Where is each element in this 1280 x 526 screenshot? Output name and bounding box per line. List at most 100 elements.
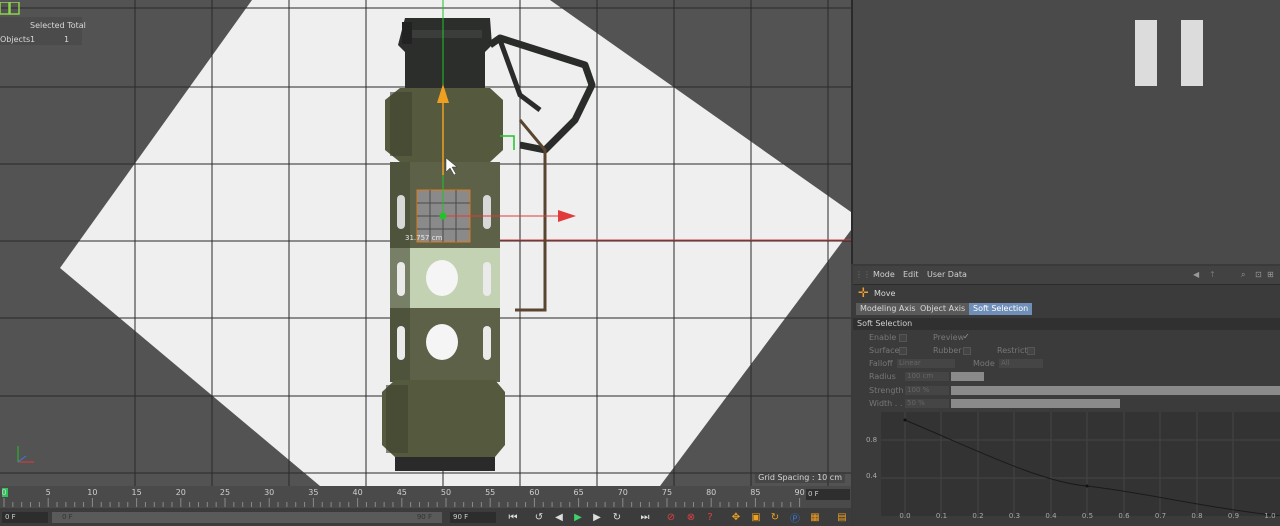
tab-soft-selection[interactable]: Soft Selection (969, 303, 1033, 315)
lock-icon[interactable]: ⊡ (1255, 270, 1262, 279)
timeline-icon[interactable]: ▤ (835, 511, 849, 524)
preview-checkbox[interactable]: ✓ (963, 332, 970, 341)
frame-tick-label: 90 (794, 488, 805, 497)
attribute-menu-bar: ⋮⋮ Mode Edit User Data ◀ ↑ ⌕ ⊡ ⊞ (853, 266, 1280, 285)
section-soft-selection: Soft Selection (853, 318, 1280, 330)
graph-x-label: 0.6 (1118, 512, 1130, 520)
restrict-label: Restrict (997, 346, 1028, 355)
width-label: Width . . (869, 399, 903, 408)
frame-tick-label: 10 (87, 488, 98, 497)
pla-key-icon[interactable]: ▦ (808, 511, 822, 524)
loop-icon[interactable]: ↻ (610, 511, 624, 524)
frame-tick-label: 30 (264, 488, 275, 497)
graph-x-label: 0.4 (1045, 512, 1057, 520)
axis-indicator (17, 446, 34, 463)
move-key-icon[interactable]: ✥ (729, 511, 743, 524)
3d-viewport[interactable]: Selected Total Objects 1 1 31.757 cm Gri… (0, 0, 851, 486)
graph-x-label: 1.0 (1264, 512, 1276, 520)
radius-slider[interactable] (951, 372, 984, 381)
graph-x-label: 0.5 (1081, 512, 1094, 520)
frame-tick-label: 55 (485, 488, 496, 497)
param-key-icon[interactable]: Ⓟ (788, 511, 802, 525)
strength-slider[interactable] (951, 386, 1280, 395)
tab-modeling-axis[interactable]: Modeling Axis (856, 303, 920, 315)
falloff-select[interactable]: Linear (897, 359, 955, 368)
frame-tick-label: 85 (750, 488, 761, 497)
graph-x-label: 0.7 (1154, 512, 1167, 520)
go-to-end-icon[interactable]: ⏭ (638, 511, 652, 524)
surface-label: Surface (869, 346, 900, 355)
radius-field[interactable]: 100 cm (905, 372, 949, 381)
step-forward-icon[interactable]: ▶ (590, 511, 604, 524)
strength-label: Strength (869, 386, 904, 395)
enable-checkbox[interactable] (899, 334, 907, 342)
viewport-canvas[interactable] (0, 0, 851, 486)
preview-label: Preview (933, 333, 965, 342)
search-icon[interactable]: ⌕ (1241, 270, 1245, 280)
menu-user-data[interactable]: User Data (927, 270, 967, 279)
menu-mode[interactable]: Mode (873, 270, 895, 279)
frame-tick-label: 60 (529, 488, 540, 497)
graph-y-label-0: 0.8 (866, 436, 878, 444)
frame-tick-label: 80 (706, 488, 717, 497)
rubber-checkbox[interactable] (963, 347, 971, 355)
range-start-label: 0 F (62, 513, 73, 521)
play-icon[interactable]: ▶ (571, 511, 585, 524)
objects-label: Objects (0, 35, 31, 44)
selected-total-header: Selected Total (30, 21, 86, 30)
back-arrow-icon[interactable]: ◀ (1193, 270, 1199, 279)
range-slider[interactable]: 0 F 90 F (52, 512, 442, 523)
mode-select[interactable]: All (999, 359, 1043, 368)
up-arrow-icon[interactable]: ↑ (1209, 270, 1216, 279)
pause-icon-right-bar (1181, 20, 1203, 86)
frame-tick-label: 40 (352, 488, 363, 497)
graph-x-label: 0.9 (1227, 512, 1240, 520)
falloff-graph[interactable] (881, 412, 1280, 517)
tool-name: Move (874, 289, 896, 298)
new-panel-icon[interactable]: ⊞ (1267, 270, 1274, 279)
graph-x-label: 0.3 (1008, 512, 1021, 520)
pause-icon-left-bar (1135, 20, 1157, 86)
rubber-label: Rubber (933, 346, 962, 355)
keyframe-icon[interactable]: ? (703, 511, 717, 524)
frame-tick-label: 25 (219, 488, 231, 497)
frame-ruler[interactable]: 0 5 10 15 20 25 30 35 40 45 50 55 60 65 70 75 80 85 90 0 F (0, 486, 851, 508)
frame-tick-label: 0 (1, 488, 7, 497)
tab-object-axis[interactable]: Object Axis (916, 303, 970, 315)
strength-field[interactable]: 100 % (905, 386, 949, 395)
playback-controls: 0 F 0 F 90 F 90 F ⏮ ↺ ◀ ▶ ▶ ↻ ⏭ ⊘ ⊗ ? ✥ … (0, 508, 851, 526)
restrict-checkbox[interactable] (1027, 347, 1035, 355)
record-icon[interactable]: ⊘ (664, 511, 678, 524)
active-tool-row: ✛ Move (853, 286, 1280, 302)
menu-edit[interactable]: Edit (903, 270, 919, 279)
rotate-key-icon[interactable]: ↻ (768, 511, 782, 524)
frame-tick-label: 45 (396, 488, 407, 497)
move-tool-icon: ✛ (858, 286, 869, 301)
frame-tick-label: 50 (440, 488, 452, 497)
frame-tick-label: 65 (573, 488, 584, 497)
selected-count: 1 (30, 35, 36, 44)
end-frame-field[interactable]: 90 F (450, 512, 496, 523)
current-frame-field[interactable]: 0 F (806, 489, 850, 500)
mode-label: Mode (973, 359, 995, 368)
autokey-icon[interactable]: ⊗ (684, 511, 698, 524)
viewport-icon[interactable] (0, 2, 20, 15)
object-manager-panel (851, 0, 1280, 264)
go-to-start-icon[interactable]: ⏮ (506, 511, 520, 524)
play-backwards-loop-icon[interactable]: ↺ (532, 511, 546, 524)
grip-icon: ⋮⋮ (855, 270, 871, 279)
frame-tick-label: 20 (175, 488, 186, 497)
total-count: 1 (64, 35, 70, 44)
surface-checkbox[interactable] (899, 347, 907, 355)
frame-tick-label: 35 (308, 488, 319, 497)
step-back-icon[interactable]: ◀ (552, 511, 566, 524)
width-field[interactable]: 50 % (905, 399, 949, 408)
width-slider[interactable] (951, 399, 1120, 408)
frame-tick-label: 70 (617, 488, 628, 497)
start-frame-field[interactable]: 0 F (2, 512, 48, 523)
enable-label: Enable (869, 333, 897, 342)
graph-x-label: 0.1 (935, 512, 948, 520)
graph-y-label-1: 0.4 (866, 472, 878, 480)
graph-x-label: 0.2 (972, 512, 984, 520)
scale-key-icon[interactable]: ▣ (749, 511, 763, 524)
